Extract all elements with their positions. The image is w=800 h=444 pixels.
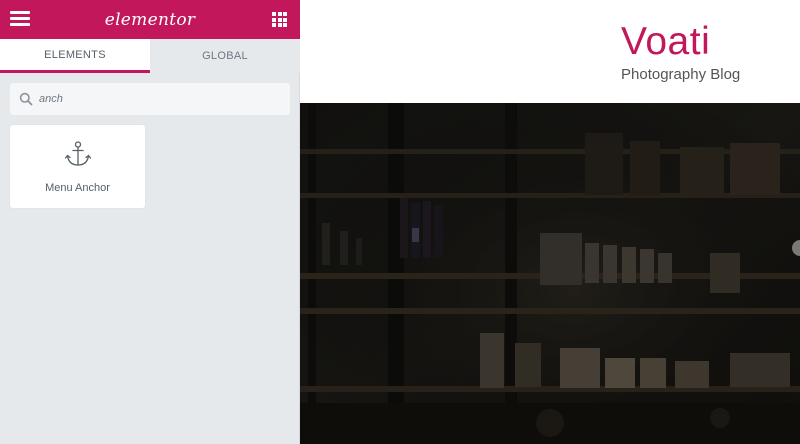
site-title[interactable]: Voati [621,20,710,64]
hero-image [300,103,800,444]
preview-canvas: Voati Photography Blog [300,0,800,444]
elementor-panel: elementor ELEMENTS GLOBAL Menu Anchor [0,0,300,444]
search-box [10,83,290,115]
tab-global[interactable]: GLOBAL [150,39,300,73]
elementor-logo: elementor [104,9,196,30]
panel-header: elementor [0,0,300,39]
anchor-icon [64,141,91,166]
menu-icon[interactable] [10,11,30,27]
panel-tabs: ELEMENTS GLOBAL [0,39,300,73]
widgets-grid-icon[interactable] [272,12,287,27]
search-input[interactable] [39,93,269,105]
widget-menu-anchor[interactable]: Menu Anchor [10,125,145,208]
site-tagline: Photography Blog [621,66,741,83]
widget-label: Menu Anchor [45,182,110,194]
search-icon [19,92,33,106]
site-header: Voati Photography Blog [300,0,800,103]
tab-elements[interactable]: ELEMENTS [0,39,150,73]
